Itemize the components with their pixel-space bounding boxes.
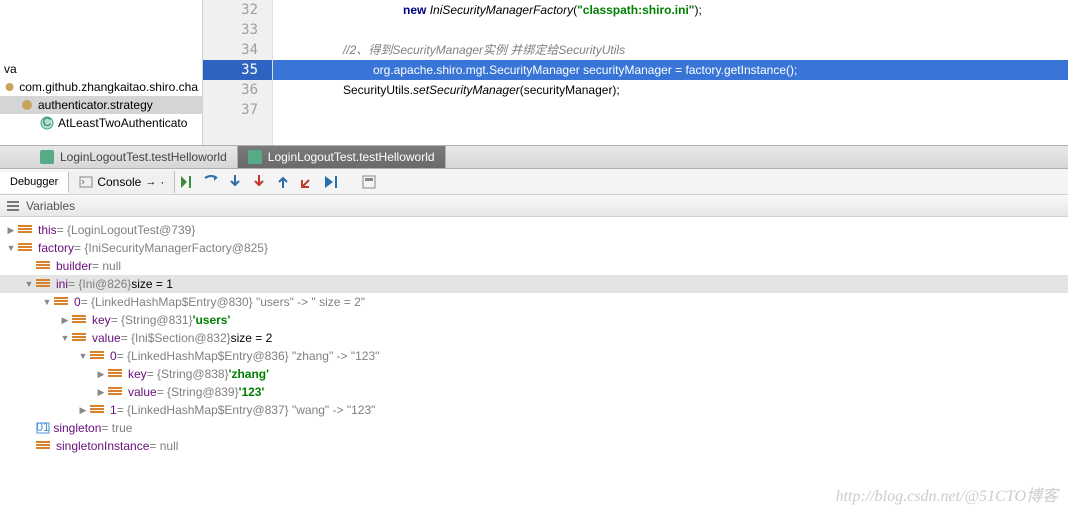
var-row[interactable]: builder = null: [0, 257, 1068, 275]
var-row[interactable]: ▼value = {Ini$Section@832} size = 2: [0, 329, 1068, 347]
resume-icon[interactable]: [179, 174, 195, 190]
collapse-icon[interactable]: ▼: [42, 297, 52, 307]
var-row[interactable]: ▼factory = {IniSecurityManagerFactory@82…: [0, 239, 1068, 257]
var-row[interactable]: ▶key = {String@838} 'zhang': [0, 365, 1068, 383]
code-line: new IniSecurityManagerFactory("classpath…: [273, 0, 1068, 20]
package-icon: [20, 98, 34, 112]
run-tab-active[interactable]: LoginLogoutTest.testHelloworld: [238, 146, 446, 168]
var-row[interactable]: 01 singleton = true: [0, 419, 1068, 437]
variables-header: Variables: [0, 195, 1068, 217]
code-line: SecurityUtils.setSecurityManager(securit…: [273, 80, 1068, 100]
code-editor[interactable]: new IniSecurityManagerFactory("classpath…: [273, 0, 1068, 145]
tab-debugger[interactable]: Debugger: [0, 172, 69, 193]
code-line: //2、得到SecurityManager实例 并绑定给SecurityUtil…: [273, 40, 1068, 60]
collapse-icon[interactable]: ▼: [6, 243, 16, 253]
tab-console[interactable]: Console →·: [69, 171, 175, 193]
code-line: [273, 100, 1068, 120]
var-row[interactable]: ▶key = {String@831} 'users': [0, 311, 1068, 329]
debug-toolbar: Debugger Console →·: [0, 169, 1068, 195]
run-to-cursor-icon[interactable]: [323, 174, 339, 190]
tree-class[interactable]: C AtLeastTwoAuthenticato: [0, 114, 202, 132]
test-ok-icon: [248, 150, 262, 164]
collapse-icon[interactable]: ▼: [60, 333, 70, 343]
var-row-selected[interactable]: ▼ini = {Ini@826} size = 1: [0, 275, 1068, 293]
class-icon: C: [40, 116, 54, 130]
step-out-icon[interactable]: [275, 174, 291, 190]
run-tab-bar: LoginLogoutTest.testHelloworld LoginLogo…: [0, 145, 1068, 169]
expand-icon[interactable]: ▶: [96, 387, 106, 398]
menu-icon[interactable]: [6, 199, 20, 213]
project-tree[interactable]: va com.github.zhangkaitao.shiro.cha auth…: [0, 0, 203, 145]
var-row[interactable]: ▶1 = {LinkedHashMap$Entry@837} "wang" ->…: [0, 401, 1068, 419]
test-ok-icon: [40, 150, 54, 164]
collapse-icon[interactable]: ▼: [24, 279, 34, 289]
tree-package[interactable]: com.github.zhangkaitao.shiro.cha: [0, 78, 202, 96]
var-row[interactable]: ▼0 = {LinkedHashMap$Entry@836} "zhang" -…: [0, 347, 1068, 365]
expand-icon[interactable]: ▶: [60, 315, 70, 326]
step-over-icon[interactable]: [203, 174, 219, 190]
editor-area: va com.github.zhangkaitao.shiro.cha auth…: [0, 0, 1068, 145]
tree-file[interactable]: va: [0, 60, 202, 78]
line-gutter: 32 33 34 35 36 37: [203, 0, 273, 145]
step-into-icon[interactable]: [227, 174, 243, 190]
primitive-icon: 01: [36, 422, 50, 434]
expand-icon[interactable]: ▶: [96, 369, 106, 380]
code-line: [273, 20, 1068, 40]
package-icon: [4, 80, 15, 94]
var-row[interactable]: ▶value = {String@839} '123': [0, 383, 1068, 401]
force-step-into-icon[interactable]: [251, 174, 267, 190]
collapse-icon[interactable]: ▼: [78, 351, 88, 361]
console-icon: [79, 175, 93, 189]
var-row[interactable]: ▶this = {LoginLogoutTest@739}: [0, 221, 1068, 239]
expand-icon[interactable]: ▶: [6, 225, 16, 236]
code-line-selected: org.apache.shiro.mgt.SecurityManager sec…: [273, 60, 1068, 80]
drop-frame-icon[interactable]: [299, 174, 315, 190]
svg-text:C: C: [43, 116, 52, 129]
expand-icon[interactable]: ▶: [78, 405, 88, 416]
evaluate-icon[interactable]: [361, 174, 377, 190]
run-tab[interactable]: LoginLogoutTest.testHelloworld: [30, 146, 238, 168]
var-row[interactable]: singletonInstance = null: [0, 437, 1068, 455]
variables-tree[interactable]: ▶this = {LoginLogoutTest@739} ▼factory =…: [0, 217, 1068, 459]
tree-subpackage[interactable]: authenticator.strategy: [0, 96, 202, 114]
svg-text:01: 01: [36, 422, 50, 434]
watermark: http://blog.csdn.net/@51CTO博客: [836, 482, 1058, 506]
var-row[interactable]: ▼0 = {LinkedHashMap$Entry@830} "users" -…: [0, 293, 1068, 311]
